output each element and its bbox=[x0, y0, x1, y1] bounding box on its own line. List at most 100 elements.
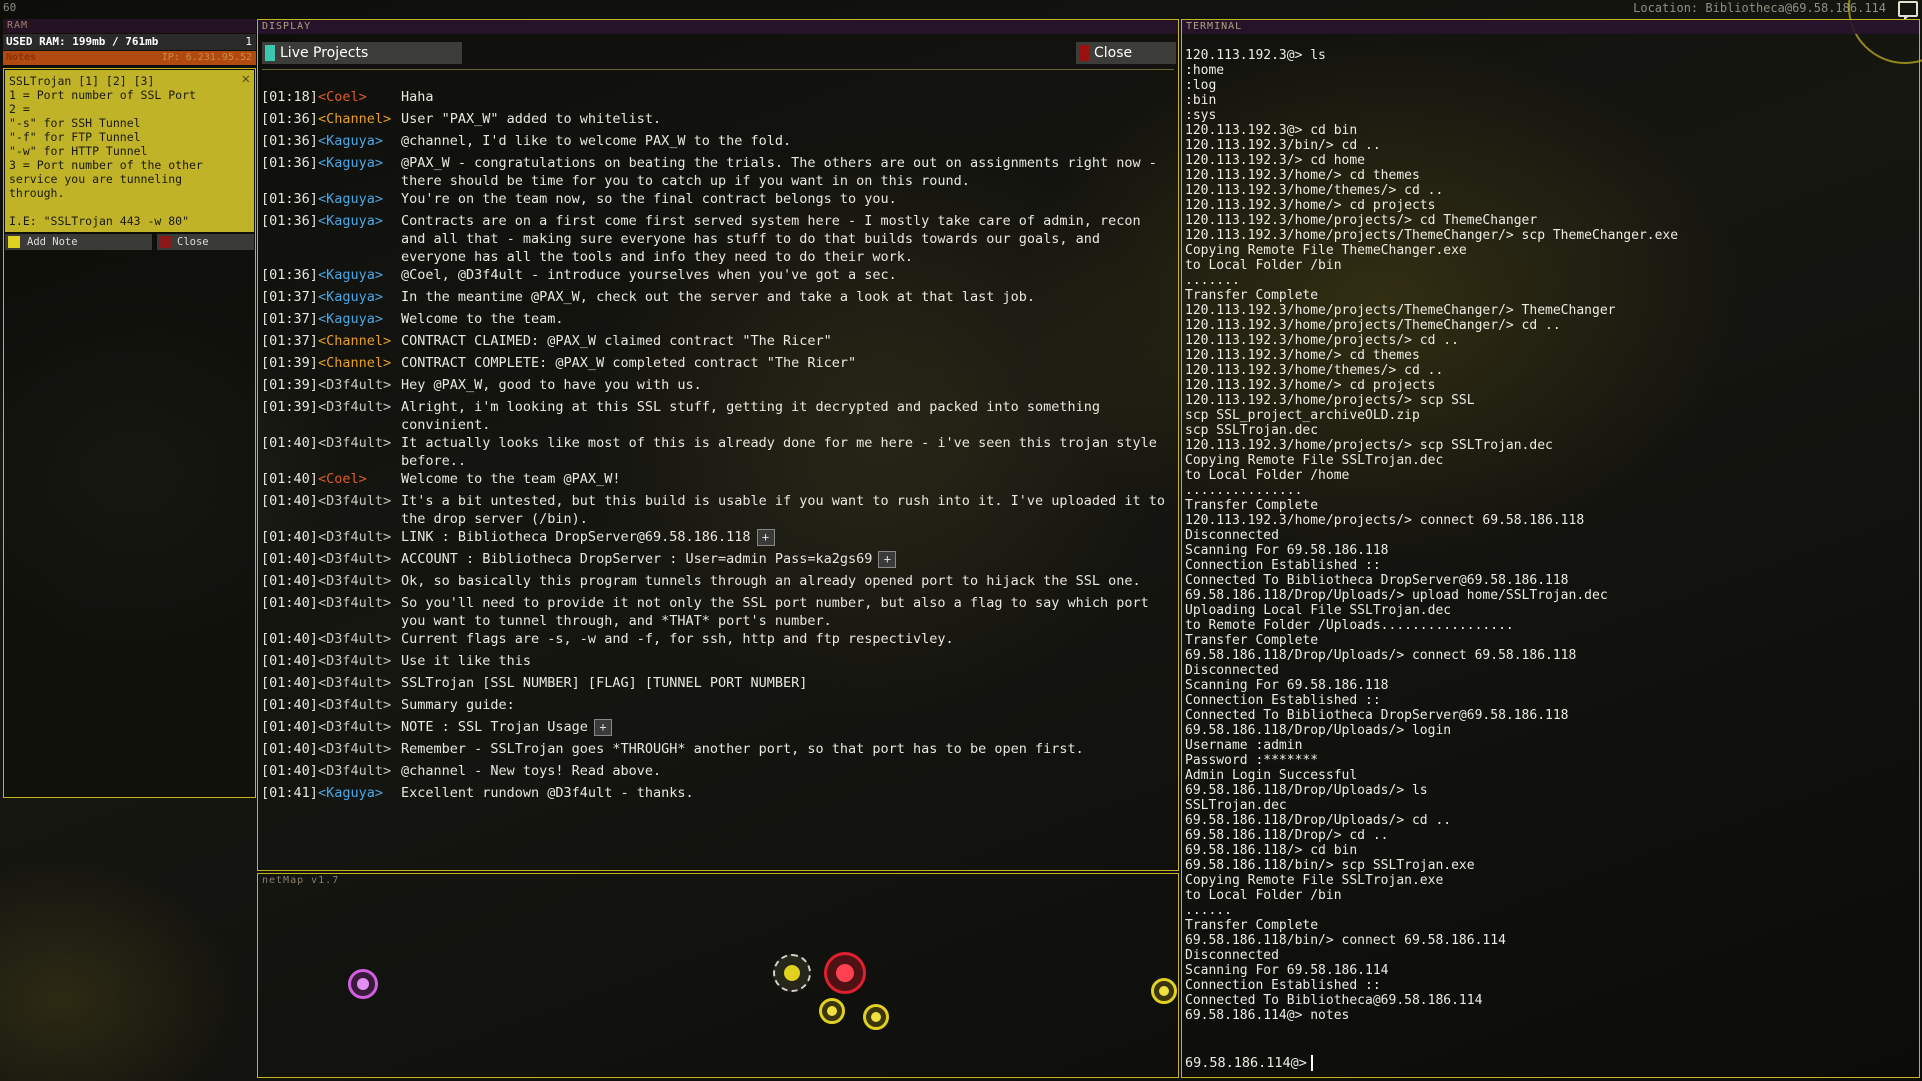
close-icon[interactable]: ✕ bbox=[242, 72, 250, 86]
chat-message: [01:41] <Kaguya> Excellent rundown @D3f4ul… bbox=[261, 784, 1171, 806]
message-timestamp: [01:36] bbox=[261, 213, 318, 229]
terminal-line: :home bbox=[1185, 63, 1225, 78]
node-icon[interactable] bbox=[819, 998, 845, 1024]
node-icon[interactable] bbox=[1151, 978, 1177, 1004]
add-icon[interactable]: + bbox=[878, 550, 897, 568]
terminal-line: 69.58.186.118/bin/> scp SSLTrojan.exe bbox=[1185, 858, 1475, 873]
terminal-input[interactable]: 69.58.186.114@> bbox=[1185, 1055, 1313, 1071]
message-text: SSLTrojan [SSL NUMBER] [FLAG] [TUNNEL PO… bbox=[401, 675, 808, 691]
message-author: <Channel> bbox=[318, 333, 392, 349]
message-author: <Kaguya> bbox=[318, 191, 384, 207]
add-note-button[interactable]: Add Note bbox=[5, 234, 152, 250]
terminal-line: 69.58.186.118/Drop/Uploads/> connect 69.… bbox=[1185, 648, 1577, 663]
node-icon[interactable] bbox=[348, 969, 378, 999]
message-timestamp: [01:37] bbox=[261, 289, 318, 305]
terminal-line: Password :******* bbox=[1185, 753, 1319, 768]
message-author: <D3f4ult> bbox=[318, 675, 392, 691]
chat-icon[interactable] bbox=[1898, 1, 1918, 21]
terminal-output: 120.113.192.3@> ls:home:log:bin:sys 120.1… bbox=[1185, 48, 1915, 1023]
message-timestamp: [01:36] bbox=[261, 191, 318, 207]
terminal-line: Scanning For 69.58.186.118 bbox=[1185, 678, 1389, 693]
add-icon[interactable]: + bbox=[756, 528, 775, 546]
netmap-panel: netMap v1.7 bbox=[257, 873, 1179, 1078]
node-icon[interactable] bbox=[863, 1004, 889, 1030]
message-author: <D3f4ult> bbox=[318, 631, 392, 647]
message-author: <Kaguya> bbox=[318, 267, 384, 283]
chat-message: [01:37] <Kaguya> Welcome to the team. bbox=[261, 310, 1171, 332]
chat-message: [01:40] <D3f4ult> It's a bit untested, but… bbox=[261, 492, 1171, 528]
divider bbox=[262, 69, 1174, 70]
tab-live-projects[interactable]: Live Projects bbox=[262, 42, 462, 64]
message-timestamp: [01:40] bbox=[261, 493, 318, 509]
chat-message: [01:36] <Kaguya> @channel, I'd like to wel… bbox=[261, 132, 1171, 154]
message-timestamp: [01:39] bbox=[261, 355, 318, 371]
message-author: <D3f4ult> bbox=[318, 697, 392, 713]
chat-message: [01:40] <D3f4ult> @channel - New toys! Rea… bbox=[261, 762, 1171, 784]
terminal-line: 120.113.192.3/home/> cd projects bbox=[1185, 378, 1436, 393]
terminal-line: Connected To Bibliotheca@69.58.186.114 bbox=[1185, 993, 1483, 1008]
close-button[interactable]: Close bbox=[1076, 42, 1176, 64]
message-author: <Channel> bbox=[318, 355, 392, 371]
terminal-line: scp SSLTrojan.dec bbox=[1185, 423, 1319, 438]
note-line bbox=[9, 200, 250, 214]
message-timestamp: [01:36] bbox=[261, 133, 318, 149]
terminal-line: ...... bbox=[1185, 903, 1232, 918]
close-notes-button[interactable]: Close bbox=[157, 234, 254, 250]
terminal-line: Scanning For 69.58.186.118 bbox=[1185, 543, 1389, 558]
message-author: <D3f4ult> bbox=[318, 399, 392, 415]
note-line: SSLTrojan [1] [2] [3] bbox=[9, 74, 155, 88]
message-timestamp: [01:40] bbox=[261, 675, 318, 691]
chat-message: [01:36] <Kaguya> You're on the team now, s… bbox=[261, 190, 1171, 212]
chat-message: [01:36] <Kaguya> @Coel, @D3f4ult - introdu… bbox=[261, 266, 1171, 288]
terminal-line: to Local Folder /home bbox=[1185, 468, 1350, 483]
terminal-line: 120.113.192.3/home/projects/ThemeChanger… bbox=[1185, 318, 1561, 333]
terminal-line: 120.113.192.3/> cd home bbox=[1185, 153, 1366, 168]
message-text: In the meantime @PAX_W, check out the se… bbox=[401, 289, 1035, 305]
message-author: <D3f4ult> bbox=[318, 595, 392, 611]
note-line: 2 = bbox=[9, 102, 30, 116]
display-title: DISPLAY bbox=[258, 20, 1178, 34]
note-line: "-s" for SSH Tunnel bbox=[9, 116, 141, 130]
chat-message: [01:39] <D3f4ult> Alright, i'm looking at … bbox=[261, 398, 1171, 434]
ram-module: RAM USED RAM: 199mb / 761mb 1 Notes IP: … bbox=[3, 19, 256, 67]
chat-message: [01:39] <D3f4ult> Hey @PAX_W, good to have… bbox=[261, 376, 1171, 398]
text-caret bbox=[1310, 1055, 1313, 1071]
message-text: It's a bit untested, but this build is u… bbox=[401, 493, 1166, 527]
message-text: ACCOUNT : Bibliotheca DropServer : User=… bbox=[401, 551, 873, 567]
message-timestamp: [01:36] bbox=[261, 267, 318, 283]
note-card[interactable]: ✕ SSLTrojan [1] [2] [3] 1 = Port number o… bbox=[5, 70, 254, 232]
chat-message: [01:40] <D3f4ult> ACCOUNT : Bibliotheca Dr… bbox=[261, 550, 1171, 572]
notes-process-bar[interactable]: Notes IP: 6.231.95.52 bbox=[3, 51, 256, 65]
current-node-icon[interactable] bbox=[824, 952, 866, 994]
add-icon[interactable]: + bbox=[593, 718, 612, 736]
message-text: @channel, I'd like to welcome PAX_W to t… bbox=[401, 133, 792, 149]
message-timestamp: [01:40] bbox=[261, 551, 318, 567]
message-timestamp: [01:40] bbox=[261, 763, 318, 779]
fps-counter: 60 bbox=[3, 1, 17, 14]
terminal-line: Connected To Bibliotheca DropServer@69.5… bbox=[1185, 708, 1569, 723]
terminal-line: to Local Folder /bin bbox=[1185, 888, 1342, 903]
message-text: CONTRACT CLAIMED: @PAX_W claimed contrac… bbox=[401, 333, 832, 349]
chat-message: [01:40] <D3f4ult> NOTE : SSL Trojan Usage + bbox=[261, 718, 1171, 740]
message-text: Excellent rundown @D3f4ult - thanks. bbox=[401, 785, 694, 801]
ram-usage-bar: USED RAM: 199mb / 761mb 1 bbox=[3, 34, 256, 50]
terminal-line: Copying Remote File SSLTrojan.exe bbox=[1185, 873, 1444, 888]
chat-message: [01:40] <D3f4ult> Ok, so basically this pr… bbox=[261, 572, 1171, 594]
chat-message: [01:40] <D3f4ult> Remember - SSLTrojan goe… bbox=[261, 740, 1171, 762]
message-timestamp: [01:40] bbox=[261, 573, 318, 589]
message-timestamp: [01:40] bbox=[261, 435, 318, 451]
terminal-line: 120.113.192.3/home/themes/> cd .. bbox=[1185, 363, 1444, 378]
message-text: Welcome to the team. bbox=[401, 311, 564, 327]
message-text: CONTRACT COMPLETE: @PAX_W completed cont… bbox=[401, 355, 857, 371]
chat-message: [01:40] <Coel> Welcome to the team @PAX_W! bbox=[261, 470, 1171, 492]
message-text: @PAX_W - congratulations on beating the … bbox=[401, 155, 1157, 189]
home-node-icon[interactable] bbox=[773, 954, 811, 992]
terminal-line: 120.113.192.3@> cd bin bbox=[1185, 123, 1358, 138]
message-timestamp: [01:39] bbox=[261, 377, 318, 393]
note-line: 3 = Port number of the other bbox=[9, 158, 203, 172]
terminal-line: 120.113.192.3/home/projects/> scp SSL bbox=[1185, 393, 1475, 408]
message-timestamp: [01:37] bbox=[261, 311, 318, 327]
message-timestamp: [01:36] bbox=[261, 155, 318, 171]
chat-message: [01:37] <Kaguya> In the meantime @PAX_W, c… bbox=[261, 288, 1171, 310]
chat-message: [01:40] <D3f4ult> Summary guide: bbox=[261, 696, 1171, 718]
